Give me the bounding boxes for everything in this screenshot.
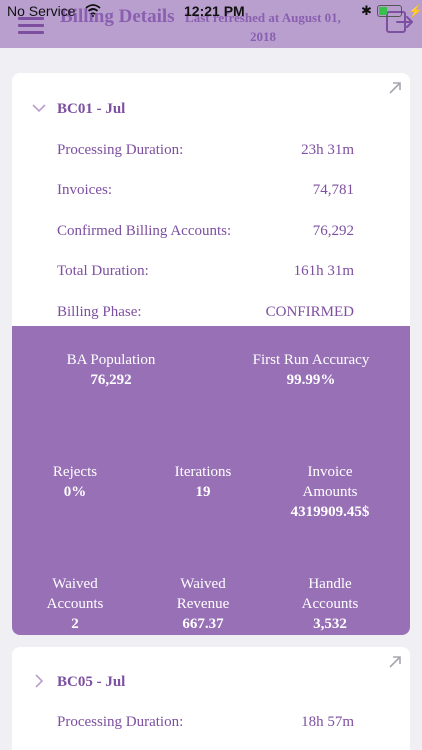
chevron-down-icon[interactable]	[32, 101, 46, 115]
stat-label: Waived	[52, 576, 98, 592]
status-bar: No Service 12:21 PM ✱ ⚡	[0, 0, 422, 22]
stat-waived-accounts: Waived Accounts 2	[30, 574, 120, 634]
invoices-value: 74,781	[312, 182, 354, 198]
bluetooth-icon: ✱	[361, 3, 372, 18]
clock-time: 12:21 PM	[184, 3, 245, 19]
stat-waived-revenue: Waived Revenue 667.37	[158, 574, 248, 634]
processing-duration-label: Processing Duration:	[57, 714, 184, 730]
charging-icon: ⚡	[408, 4, 422, 18]
stat-rejects: Rejects 0%	[30, 462, 120, 502]
processing-duration-label: Processing Duration:	[57, 142, 184, 158]
stat-label: Rejects	[52, 464, 98, 480]
stat-value: 19	[195, 484, 211, 500]
stat-first-run-accuracy: First Run Accuracy 99.99%	[238, 350, 384, 390]
total-duration-label: Total Duration:	[57, 263, 149, 279]
stat-label: Accounts	[46, 596, 104, 612]
confirmed-accounts-label: Confirmed Billing Accounts:	[57, 223, 232, 239]
stats-panel: BA Population 76,292 First Run Accuracy …	[12, 326, 410, 635]
stat-value: 99.99%	[286, 372, 336, 388]
billing-cycle-card[interactable]: BC01 - Jul Processing Duration: 23h 31m …	[12, 73, 410, 635]
wifi-icon	[85, 4, 101, 17]
carrier-label: No Service	[7, 3, 76, 19]
confirmed-accounts-value: 76,292	[312, 223, 354, 239]
stat-label: First Run Accuracy	[252, 352, 370, 368]
stat-label: BA Population	[66, 352, 156, 368]
stat-label: Revenue	[176, 596, 230, 612]
stat-value: 2	[71, 616, 79, 632]
chevron-right-icon[interactable]	[32, 674, 46, 688]
billing-cycle-title: BC05 - Jul	[57, 674, 126, 690]
billing-phase-label: Billing Phase:	[57, 304, 142, 320]
stat-value: 4319909.45$	[290, 504, 370, 520]
stat-handle-accounts: Handle Accounts 3,532	[285, 574, 375, 634]
stat-ba-population: BA Population 76,292	[44, 350, 178, 390]
stat-iterations: Iterations 19	[158, 462, 248, 502]
processing-duration-value: 23h 31m	[301, 142, 354, 158]
stat-value: 667.37	[182, 616, 224, 632]
stat-value: 3,532	[313, 616, 347, 632]
invoices-label: Invoices:	[57, 182, 112, 198]
battery-icon	[377, 5, 402, 17]
stat-label: Accounts	[301, 596, 359, 612]
expand-arrow-icon[interactable]	[388, 655, 402, 669]
stat-label: Iterations	[174, 464, 232, 480]
stat-value: 76,292	[90, 372, 132, 388]
billing-cycle-card[interactable]: BC05 - Jul Processing Duration: 18h 57m	[12, 647, 410, 750]
stat-label: Handle	[308, 576, 352, 592]
stat-label: Invoice	[307, 464, 353, 480]
expand-arrow-icon[interactable]	[388, 81, 402, 95]
stat-label: Amounts	[302, 484, 358, 500]
app-header: Billing Details Last refreshed at August…	[0, 0, 422, 48]
billing-cycle-title: BC01 - Jul	[57, 101, 126, 117]
total-duration-value: 161h 31m	[293, 263, 354, 279]
processing-duration-value: 18h 57m	[301, 714, 354, 730]
stat-value: 0%	[63, 484, 87, 500]
stat-label: Waived	[180, 576, 226, 592]
stat-invoice-amounts: Invoice Amounts 4319909.45$	[275, 462, 385, 522]
billing-phase-value: CONFIRMED	[265, 304, 354, 320]
